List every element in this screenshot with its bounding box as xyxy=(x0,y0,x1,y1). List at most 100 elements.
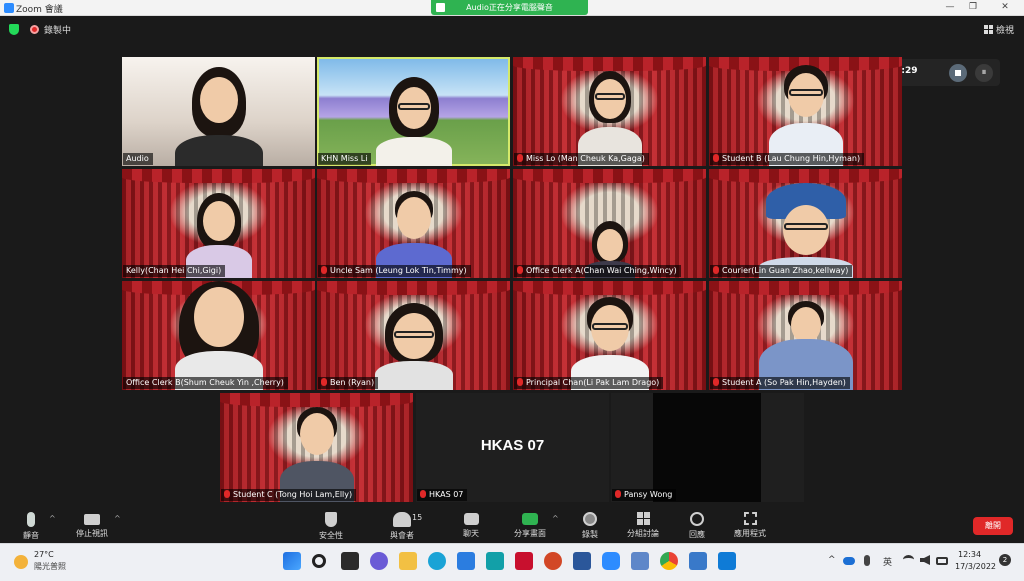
volume-icon[interactable] xyxy=(920,555,930,565)
edge-browser-icon[interactable] xyxy=(428,552,446,570)
participant-name: Kelly(Chan Hei Chi,Gigi) xyxy=(123,265,226,277)
video-tile-ben[interactable]: Ben (Ryan) xyxy=(317,281,510,390)
input-language-indicator[interactable]: 英 xyxy=(883,555,892,568)
participant-name: HKAS 07 xyxy=(417,489,468,501)
meeting-area: 錄製中 檢視 0:50:29 ⏸ Audio KHN Miss Li xyxy=(0,16,1024,510)
video-tile-courier[interactable]: Courier(Lin Guan Zhao,kellway) xyxy=(709,169,902,278)
app-icon[interactable] xyxy=(631,552,649,570)
mic-muted-icon xyxy=(321,266,327,274)
onedrive-icon[interactable] xyxy=(843,557,855,565)
chat-app-icon[interactable] xyxy=(370,552,388,570)
mic-muted-icon xyxy=(517,378,523,386)
word-icon[interactable] xyxy=(573,552,591,570)
clock-time[interactable]: 12:34 xyxy=(958,550,981,559)
notification-badge[interactable]: 2 xyxy=(999,554,1011,566)
file-explorer-icon[interactable] xyxy=(399,552,417,570)
video-tile-student-b[interactable]: Student B (Lau Chung Hin,Hyman) xyxy=(709,57,902,166)
audio-options-caret[interactable]: ^ xyxy=(49,514,56,523)
security-button[interactable]: 安全性 xyxy=(303,512,359,541)
video-tile-audio[interactable]: Audio xyxy=(122,57,315,166)
mic-muted-icon xyxy=(713,266,719,274)
reactions-button[interactable]: 回應 xyxy=(669,512,725,540)
zoom-app-icon xyxy=(4,3,14,13)
video-tile-miss-lo[interactable]: Miss Lo (Man Cheuk Ka,Gaga) xyxy=(513,57,706,166)
participant-video xyxy=(575,71,645,166)
breakout-rooms-button[interactable]: 分組討論 xyxy=(615,512,671,539)
participant-name: Office Clerk B(Shum Cheuk Yin ,Cherry) xyxy=(123,377,288,389)
video-tile-khn-miss-li[interactable]: KHN Miss Li xyxy=(317,57,510,166)
participant-name: Student A (So Pak Hin,Hayden) xyxy=(710,377,850,389)
video-tile-office-clerk-b[interactable]: Office Clerk B(Shum Cheuk Yin ,Cherry) xyxy=(122,281,315,390)
tray-overflow-caret[interactable]: ^ xyxy=(828,555,836,565)
participant-video xyxy=(174,67,264,166)
participant-video xyxy=(374,77,454,166)
view-button[interactable]: 檢視 xyxy=(983,23,1014,36)
mic-muted-icon xyxy=(615,490,621,498)
powerpoint-icon[interactable] xyxy=(544,552,562,570)
microphone-icon xyxy=(27,512,35,527)
windows-taskbar: 27°C 陽光普照 ^ 英 12:34 17/3/2022 2 xyxy=(0,543,1024,581)
recording-status: 錄製中 xyxy=(44,26,72,36)
video-tile-hkas-07[interactable]: HKAS 07 HKAS 07 xyxy=(416,393,609,502)
weather-temperature[interactable]: 27°C xyxy=(34,550,54,559)
app-icon[interactable] xyxy=(486,552,504,570)
battery-icon[interactable] xyxy=(936,557,948,565)
participants-count: 15 xyxy=(412,513,423,522)
microphone-tray-icon[interactable] xyxy=(864,555,870,566)
audio-sharing-banner[interactable]: Audio正在分享電腦聲音 xyxy=(431,0,588,15)
participant-video xyxy=(279,407,355,502)
clock-date[interactable]: 17/3/2022 xyxy=(955,562,996,571)
chrome-icon[interactable] xyxy=(660,552,678,570)
app-icon[interactable] xyxy=(718,552,736,570)
participant-name: Student B (Lau Chung Hin,Hyman) xyxy=(710,153,865,165)
task-view-icon[interactable] xyxy=(341,552,359,570)
participant-video xyxy=(374,303,454,390)
video-camera-icon xyxy=(84,514,100,525)
record-icon xyxy=(583,512,597,526)
share-screen-button[interactable]: 分享畫面 xyxy=(502,512,558,539)
apps-button[interactable]: 應用程式 xyxy=(722,512,778,539)
share-options-caret[interactable]: ^ xyxy=(552,514,559,523)
mic-muted-icon xyxy=(713,378,719,386)
video-options-caret[interactable]: ^ xyxy=(114,514,121,523)
stop-recording-button[interactable] xyxy=(949,64,967,82)
mcafee-icon[interactable] xyxy=(515,552,533,570)
video-tile-student-a[interactable]: Student A (So Pak Hin,Hayden) xyxy=(709,281,902,390)
weather-sun-icon[interactable] xyxy=(14,555,28,569)
video-tile-student-c[interactable]: Student C (Tong Hoi Lam,Elly) xyxy=(220,393,413,502)
weather-description[interactable]: 陽光普照 xyxy=(34,561,66,572)
apps-icon xyxy=(743,512,757,525)
chat-button[interactable]: 聊天 xyxy=(443,512,499,539)
pause-recording-button[interactable]: ⏸ xyxy=(975,64,993,82)
app-icon[interactable] xyxy=(689,552,707,570)
audio-banner-label: Audio正在分享電腦聲音 xyxy=(466,3,553,12)
video-tile-principal-chan[interactable]: Principal Chan(Li Pak Lam Drago) xyxy=(513,281,706,390)
chat-icon xyxy=(463,513,479,525)
leave-meeting-button[interactable]: 離開 xyxy=(973,517,1013,535)
participant-name: Ben (Ryan) xyxy=(318,377,379,389)
participant-name: Student C (Tong Hoi Lam,Elly) xyxy=(221,489,357,501)
maximize-button[interactable]: ❐ xyxy=(966,1,980,14)
wifi-icon[interactable] xyxy=(903,555,914,564)
record-button[interactable]: 錄製 xyxy=(562,512,618,540)
participant-video xyxy=(174,281,264,390)
video-tile-office-clerk-a[interactable]: Office Clerk A(Chan Wai Ching,Wincy) xyxy=(513,169,706,278)
participant-name: Miss Lo (Man Cheuk Ka,Gaga) xyxy=(514,153,649,165)
video-tile-uncle-sam[interactable]: Uncle Sam (Leung Lok Tin,Timmy) xyxy=(317,169,510,278)
mic-muted-icon xyxy=(321,378,327,386)
store-icon[interactable] xyxy=(457,552,475,570)
security-shield-icon[interactable] xyxy=(9,24,19,35)
share-screen-icon xyxy=(522,513,538,525)
start-button-icon[interactable] xyxy=(283,552,301,570)
participant-video xyxy=(768,65,844,166)
speaker-icon xyxy=(436,3,445,12)
video-tile-kelly[interactable]: Kelly(Chan Hei Chi,Gigi) xyxy=(122,169,315,278)
mic-muted-icon xyxy=(517,154,523,162)
participants-icon xyxy=(393,512,411,527)
video-tile-pansy-wong[interactable]: Pansy Wong xyxy=(611,393,804,502)
search-icon[interactable] xyxy=(312,554,326,568)
close-button[interactable]: ✕ xyxy=(998,1,1012,14)
stop-video-button[interactable]: 停止視訊 xyxy=(64,512,120,539)
zoom-taskbar-icon[interactable] xyxy=(602,552,620,570)
minimize-button[interactable]: — xyxy=(943,1,957,14)
